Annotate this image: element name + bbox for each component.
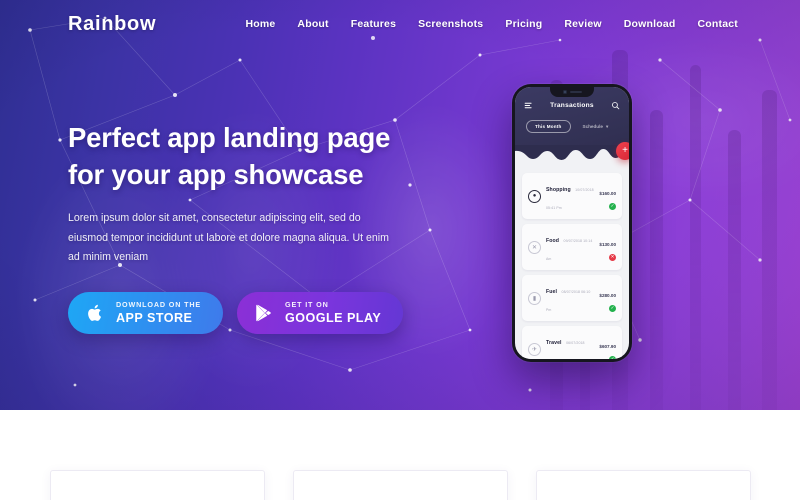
transaction-info: Travel 06/07/2018 10:30 Am	[546, 331, 594, 359]
nav-item-review[interactable]: Review	[564, 18, 601, 30]
chevron-down-icon: ▾	[605, 123, 609, 129]
table-row[interactable]: ✈ Travel 06/07/2018 10:30 Am $607.90 ✓	[522, 326, 622, 359]
transaction-info: Food 09/07/2018 10:14 Am	[546, 229, 594, 265]
transaction-meta: $160.00 ✓	[599, 182, 616, 210]
table-row[interactable]: ● Shopping 10/07/2018 05:41 Pm $160.00 ✓	[522, 173, 622, 219]
apple-icon	[88, 304, 102, 321]
transaction-meta: $607.90 ✓	[599, 335, 616, 359]
phone-mockup: Transactions This Month Schedule ▾ + ● S…	[512, 84, 632, 362]
feature-card-row	[0, 470, 800, 500]
table-row[interactable]: ▮ Fuel 08/07/2018 06:10 Pm $280.00 ✓	[522, 275, 622, 321]
nav-item-contact[interactable]: Contact	[698, 18, 738, 30]
transaction-list: ● Shopping 10/07/2018 05:41 Pm $160.00 ✓…	[515, 159, 629, 359]
google-play-button[interactable]: GET IT ON GOOGLE PLAY	[237, 291, 404, 334]
transaction-name: Food	[546, 238, 560, 244]
shopping-bag-icon: ●	[528, 189, 541, 203]
filter-schedule[interactable]: Schedule ▾	[583, 124, 609, 130]
status-badge: ✓	[609, 203, 616, 210]
transaction-amount: $130.00	[599, 242, 616, 247]
status-badge: ✓	[609, 305, 616, 312]
hero-subtitle: Lorem ipsum dolor sit amet, consectetur …	[68, 212, 389, 264]
phone-screen: Transactions This Month Schedule ▾ + ● S…	[515, 87, 629, 359]
cutlery-icon: ✕	[528, 240, 541, 254]
table-row[interactable]: ✕ Food 09/07/2018 10:14 Am $130.00 ✕	[522, 224, 622, 270]
google-play-label: GET IT ON GOOGLE PLAY	[285, 301, 381, 325]
add-transaction-fab[interactable]: +	[616, 142, 629, 160]
feature-card[interactable]	[535, 470, 751, 500]
transaction-info: Shopping 10/07/2018 05:41 Pm	[546, 178, 594, 214]
hero-copy: Perfect app landing page for your app sh…	[68, 120, 413, 334]
filter-schedule-label: Schedule	[582, 124, 603, 129]
feature-card[interactable]	[49, 470, 265, 500]
google-play-small-label: GET IT ON	[285, 300, 329, 309]
app-store-button[interactable]: DOWNLOAD ON THE APP STORE	[68, 291, 224, 334]
app-filter-row: This Month Schedule ▾	[515, 120, 629, 133]
nav-item-screenshots[interactable]: Screenshots	[418, 18, 483, 30]
transaction-amount: $607.90	[599, 344, 616, 349]
nav-item-features[interactable]: Features	[351, 18, 396, 40]
page-title: Perfect app landing page for your app sh…	[68, 120, 413, 193]
app-screen-title: Transactions	[550, 102, 594, 109]
site-header: Rainbow Home About Features Screenshots …	[0, 0, 800, 48]
app-store-label: DOWNLOAD ON THE APP STORE	[116, 301, 201, 325]
transaction-meta: $130.00 ✕	[599, 233, 616, 261]
transaction-info: Fuel 08/07/2018 06:10 Pm	[546, 280, 594, 316]
front-camera-icon	[562, 90, 567, 94]
airplane-icon: ✈	[528, 342, 541, 356]
hero-section: Rainbow Home About Features Screenshots …	[0, 0, 800, 410]
transaction-name: Fuel	[546, 289, 558, 295]
phone-notch	[550, 87, 594, 97]
status-badge: ✓	[609, 356, 616, 359]
hero-cta-group: DOWNLOAD ON THE APP STORE GET IT ON GOOG…	[68, 291, 413, 334]
nav-item-download[interactable]: Download	[624, 18, 676, 30]
hamburger-icon[interactable]	[524, 101, 533, 110]
logo[interactable]: Rainbow	[68, 13, 156, 36]
nav-item-pricing[interactable]: Pricing	[505, 18, 542, 30]
transaction-amount: $280.00	[599, 293, 616, 298]
google-play-icon	[256, 304, 271, 322]
app-store-small-label: DOWNLOAD ON THE	[116, 300, 202, 309]
features-section	[0, 410, 800, 500]
hero-title-line-2: for your app showcase	[68, 158, 364, 190]
nav-item-about[interactable]: About	[297, 18, 328, 30]
google-play-big-label: GOOGLE PLAY	[285, 311, 382, 326]
transaction-name: Shopping	[546, 187, 571, 193]
status-badge: ✕	[609, 254, 616, 261]
earpiece-speaker	[569, 91, 582, 93]
app-store-big-label: APP STORE	[116, 311, 193, 326]
fuel-pump-icon: ▮	[528, 291, 541, 305]
filter-this-month[interactable]: This Month	[526, 120, 571, 133]
transaction-name: Travel	[546, 340, 562, 346]
feature-card[interactable]	[292, 470, 508, 500]
transaction-meta: $280.00 ✓	[599, 284, 616, 312]
hero-title-line-1: Perfect app landing page	[68, 122, 391, 153]
main-navigation: Home About Features Screenshots Pricing …	[245, 18, 738, 40]
search-icon[interactable]	[611, 101, 620, 110]
transaction-amount: $160.00	[599, 191, 616, 196]
nav-item-home[interactable]: Home	[245, 18, 275, 30]
